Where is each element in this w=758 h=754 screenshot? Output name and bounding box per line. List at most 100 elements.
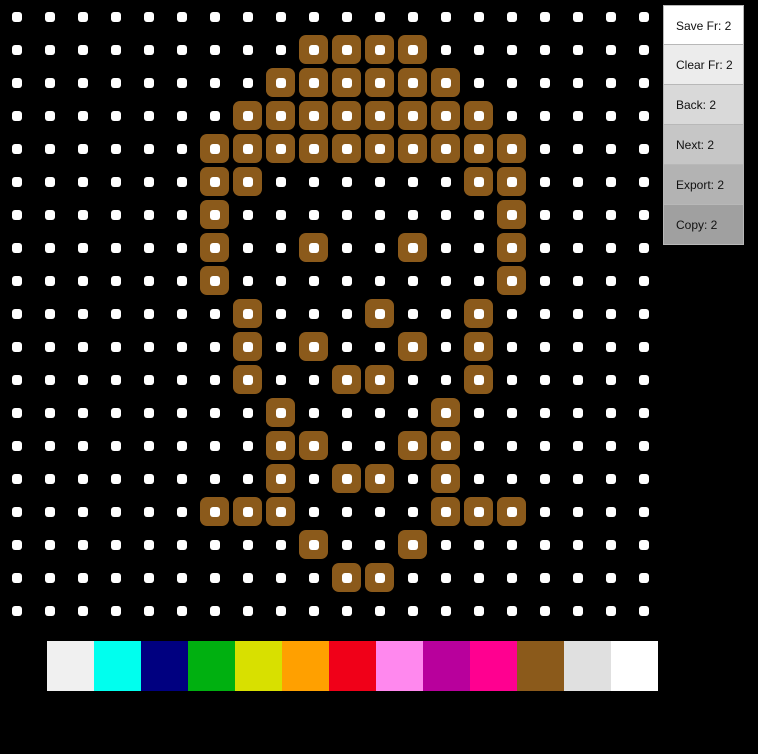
grid-cell[interactable]	[594, 0, 627, 33]
grid-cell[interactable]	[330, 132, 363, 165]
grid-cell[interactable]	[330, 165, 363, 198]
grid-cell[interactable]	[594, 264, 627, 297]
grid-cell[interactable]	[198, 297, 231, 330]
grid-cell[interactable]	[429, 330, 462, 363]
grid-cell[interactable]	[363, 462, 396, 495]
grid-cell[interactable]	[495, 330, 528, 363]
grid-cell[interactable]	[396, 0, 429, 33]
grid-cell[interactable]	[99, 462, 132, 495]
grid-cell[interactable]	[561, 495, 594, 528]
grid-cell[interactable]	[132, 132, 165, 165]
grid-cell[interactable]	[165, 231, 198, 264]
grid-cell[interactable]	[330, 396, 363, 429]
grid-cell[interactable]	[99, 429, 132, 462]
color-swatch[interactable]	[564, 641, 611, 691]
grid-cell[interactable]	[0, 132, 33, 165]
grid-cell[interactable]	[0, 165, 33, 198]
grid-cell[interactable]	[66, 132, 99, 165]
grid-cell[interactable]	[33, 528, 66, 561]
grid-cell[interactable]	[66, 231, 99, 264]
grid-cell[interactable]	[132, 231, 165, 264]
grid-cell[interactable]	[429, 165, 462, 198]
grid-cell[interactable]	[0, 0, 33, 33]
grid-cell[interactable]	[231, 132, 264, 165]
clear-frame-button[interactable]: Clear Fr: 2	[663, 45, 744, 85]
grid-cell[interactable]	[165, 495, 198, 528]
grid-cell[interactable]	[363, 132, 396, 165]
grid-cell[interactable]	[132, 264, 165, 297]
grid-cell[interactable]	[66, 396, 99, 429]
grid-cell[interactable]	[330, 66, 363, 99]
grid-cell[interactable]	[495, 99, 528, 132]
grid-cell[interactable]	[594, 396, 627, 429]
grid-cell[interactable]	[198, 0, 231, 33]
grid-cell[interactable]	[264, 330, 297, 363]
grid-cell[interactable]	[99, 363, 132, 396]
grid-cell[interactable]	[99, 495, 132, 528]
grid-cell[interactable]	[132, 495, 165, 528]
grid-cell[interactable]	[231, 495, 264, 528]
grid-cell[interactable]	[66, 330, 99, 363]
grid-cell[interactable]	[0, 330, 33, 363]
grid-cell[interactable]	[330, 297, 363, 330]
grid-cell[interactable]	[330, 33, 363, 66]
grid-cell[interactable]	[396, 99, 429, 132]
grid-cell[interactable]	[264, 264, 297, 297]
grid-cell[interactable]	[0, 363, 33, 396]
grid-cell[interactable]	[528, 561, 561, 594]
grid-cell[interactable]	[462, 99, 495, 132]
grid-cell[interactable]	[462, 165, 495, 198]
grid-cell[interactable]	[396, 561, 429, 594]
grid-cell[interactable]	[462, 528, 495, 561]
grid-cell[interactable]	[264, 561, 297, 594]
grid-cell[interactable]	[198, 462, 231, 495]
grid-cell[interactable]	[297, 0, 330, 33]
grid-cell[interactable]	[429, 561, 462, 594]
grid-cell[interactable]	[627, 0, 660, 33]
grid-cell[interactable]	[165, 33, 198, 66]
grid-cell[interactable]	[396, 66, 429, 99]
grid-cell[interactable]	[0, 231, 33, 264]
grid-cell[interactable]	[528, 330, 561, 363]
grid-cell[interactable]	[297, 396, 330, 429]
grid-cell[interactable]	[198, 165, 231, 198]
grid-cell[interactable]	[165, 132, 198, 165]
color-swatch[interactable]	[517, 641, 564, 691]
grid-cell[interactable]	[33, 462, 66, 495]
grid-cell[interactable]	[33, 66, 66, 99]
grid-cell[interactable]	[429, 33, 462, 66]
grid-cell[interactable]	[99, 561, 132, 594]
grid-cell[interactable]	[99, 297, 132, 330]
color-swatch[interactable]	[329, 641, 376, 691]
grid-cell[interactable]	[297, 33, 330, 66]
grid-cell[interactable]	[363, 594, 396, 627]
color-swatch[interactable]	[611, 641, 658, 691]
grid-cell[interactable]	[495, 462, 528, 495]
grid-cell[interactable]	[495, 396, 528, 429]
grid-cell[interactable]	[198, 363, 231, 396]
grid-cell[interactable]	[363, 528, 396, 561]
grid-cell[interactable]	[462, 396, 495, 429]
grid-cell[interactable]	[132, 330, 165, 363]
grid-cell[interactable]	[297, 198, 330, 231]
grid-cell[interactable]	[462, 330, 495, 363]
grid-cell[interactable]	[627, 33, 660, 66]
grid-cell[interactable]	[0, 66, 33, 99]
grid-cell[interactable]	[198, 528, 231, 561]
grid-cell[interactable]	[396, 264, 429, 297]
grid-cell[interactable]	[330, 594, 363, 627]
grid-cell[interactable]	[132, 0, 165, 33]
grid-cell[interactable]	[594, 198, 627, 231]
grid-cell[interactable]	[165, 66, 198, 99]
grid-cell[interactable]	[66, 528, 99, 561]
grid-cell[interactable]	[264, 363, 297, 396]
grid-cell[interactable]	[99, 264, 132, 297]
grid-cell[interactable]	[429, 231, 462, 264]
grid-cell[interactable]	[99, 231, 132, 264]
grid-cell[interactable]	[99, 330, 132, 363]
grid-cell[interactable]	[627, 297, 660, 330]
grid-cell[interactable]	[495, 66, 528, 99]
grid-cell[interactable]	[528, 363, 561, 396]
grid-cell[interactable]	[264, 528, 297, 561]
grid-cell[interactable]	[363, 297, 396, 330]
